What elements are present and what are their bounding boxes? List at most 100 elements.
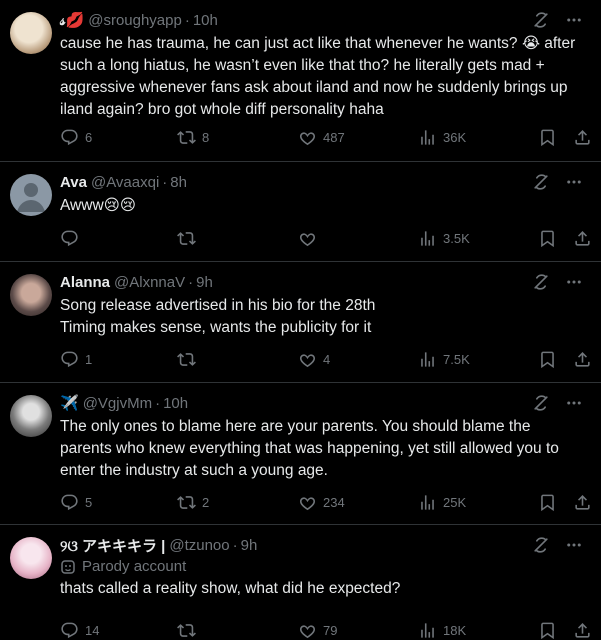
display-name[interactable]: ୨ଓ アキキキラ | [60,535,165,556]
reply-count: 1 [85,352,93,367]
views-button[interactable]: 36K [418,128,466,147]
views-button[interactable]: 25K [418,493,466,512]
reply-icon [60,229,79,248]
reply-button[interactable] [60,229,85,248]
repost-button[interactable] [177,229,202,248]
share-icon[interactable] [573,621,592,640]
display-name[interactable]: Ava [60,174,87,191]
avatar[interactable] [10,395,52,437]
timestamp[interactable]: 10h [163,395,188,412]
tweet[interactable]: Alanna @AlxnnaV · 9h Song release advert… [0,262,601,383]
theater-mask-icon [61,559,75,574]
more-options-icon[interactable] [565,536,583,554]
view-count: 7.5K [443,352,470,367]
tweet-text: Awww😢😢 [60,197,136,214]
heart-icon [298,128,317,147]
more-options-icon[interactable] [565,173,583,191]
timestamp[interactable]: 9h [241,537,258,554]
repost-icon [177,621,196,640]
views-button[interactable]: 18K [418,621,466,640]
user-handle[interactable]: @VgjvMm [83,395,152,412]
reply-icon [60,621,79,640]
separator-dot: · [162,173,168,191]
view-count: 25K [443,495,467,510]
reply-icon [60,493,79,512]
bookmark-icon[interactable] [538,128,557,147]
share-icon[interactable] [573,493,592,512]
grok-icon[interactable] [531,535,551,555]
reply-icon [60,128,79,147]
like-button[interactable]: 487 [298,128,345,147]
like-button[interactable]: 234 [298,493,345,512]
like-count: 4 [323,352,331,367]
reply-icon [60,350,79,369]
share-icon[interactable] [573,128,592,147]
user-handle[interactable]: @sroughyapp [88,12,182,29]
parody-label: Parody account [60,558,583,575]
repost-count: 8 [202,130,210,145]
user-handle[interactable]: @Avaaxqi [91,174,159,191]
bookmark-icon[interactable] [538,621,557,640]
bookmark-icon[interactable] [538,350,557,369]
repost-button[interactable] [177,621,202,640]
avatar[interactable] [10,274,52,316]
grok-icon[interactable] [531,172,551,192]
more-options-icon[interactable] [565,273,583,291]
views-button[interactable]: 7.5K [418,350,470,369]
separator-dot: · [155,394,161,412]
avatar[interactable] [10,12,52,54]
reply-count: 14 [85,623,100,638]
kiss-emoji-icon: 💋 [65,12,85,29]
more-options-icon[interactable] [565,11,583,29]
like-button[interactable] [298,229,323,248]
separator-dot: · [184,11,190,29]
grok-icon[interactable] [531,10,551,30]
repost-icon [177,128,196,147]
timestamp[interactable]: 10h [193,12,218,29]
share-icon[interactable] [573,350,592,369]
avatar[interactable] [10,174,52,216]
user-handle[interactable]: @AlxnnaV [114,274,185,291]
timestamp[interactable]: 9h [196,274,213,291]
default-avatar-icon [17,183,45,212]
bookmark-icon[interactable] [538,229,557,248]
avatar[interactable] [10,537,52,579]
reply-button[interactable]: 6 [60,128,92,147]
heart-icon [298,621,317,640]
grok-icon[interactable] [531,272,551,292]
tweet[interactable]: ୨ଓ アキキキラ | @tzunoo · 9h Parody account t… [0,525,601,640]
tweet-text: The only ones to blame here are your par… [60,418,559,479]
view-count: 3.5K [443,231,470,246]
views-icon [418,621,437,640]
display-name[interactable]: Alanna [60,274,110,291]
separator-dot: · [232,536,238,554]
repost-button[interactable] [177,350,202,369]
views-icon [418,229,437,248]
reply-count: 5 [85,495,93,510]
more-options-icon[interactable] [565,394,583,412]
like-button[interactable]: 4 [298,350,330,369]
views-icon [418,493,437,512]
grok-icon[interactable] [531,393,551,413]
like-button[interactable]: 79 [298,621,337,640]
tweet[interactable]: ✈️ @VgjvMm · 10h The only ones to blame … [0,383,601,525]
timestamp[interactable]: 8h [170,174,187,191]
tweet[interactable]: 𝓈💋 @sroughyapp · 10h cause he has trauma… [0,0,601,162]
user-handle[interactable]: @tzunoo [169,537,229,554]
tweet-text: Song release advertised in his bio for t… [60,297,376,336]
reply-button[interactable]: 1 [60,350,92,369]
display-name[interactable]: ✈️ [60,394,79,412]
repost-button[interactable]: 2 [177,493,209,512]
display-name[interactable]: 𝓈💋 [60,11,84,29]
airplane-icon: ✈️ [60,395,79,412]
tweet[interactable]: Ava @Avaaxqi · 8h Awww😢😢 3.5K [0,162,601,262]
reply-button[interactable]: 5 [60,493,92,512]
views-icon [418,350,437,369]
share-icon[interactable] [573,229,592,248]
repost-button[interactable]: 8 [177,128,209,147]
heart-icon [298,229,317,248]
tweet-text: thats called a reality show, what did he… [60,580,401,597]
bookmark-icon[interactable] [538,493,557,512]
views-button[interactable]: 3.5K [418,229,470,248]
reply-button[interactable]: 14 [60,621,99,640]
